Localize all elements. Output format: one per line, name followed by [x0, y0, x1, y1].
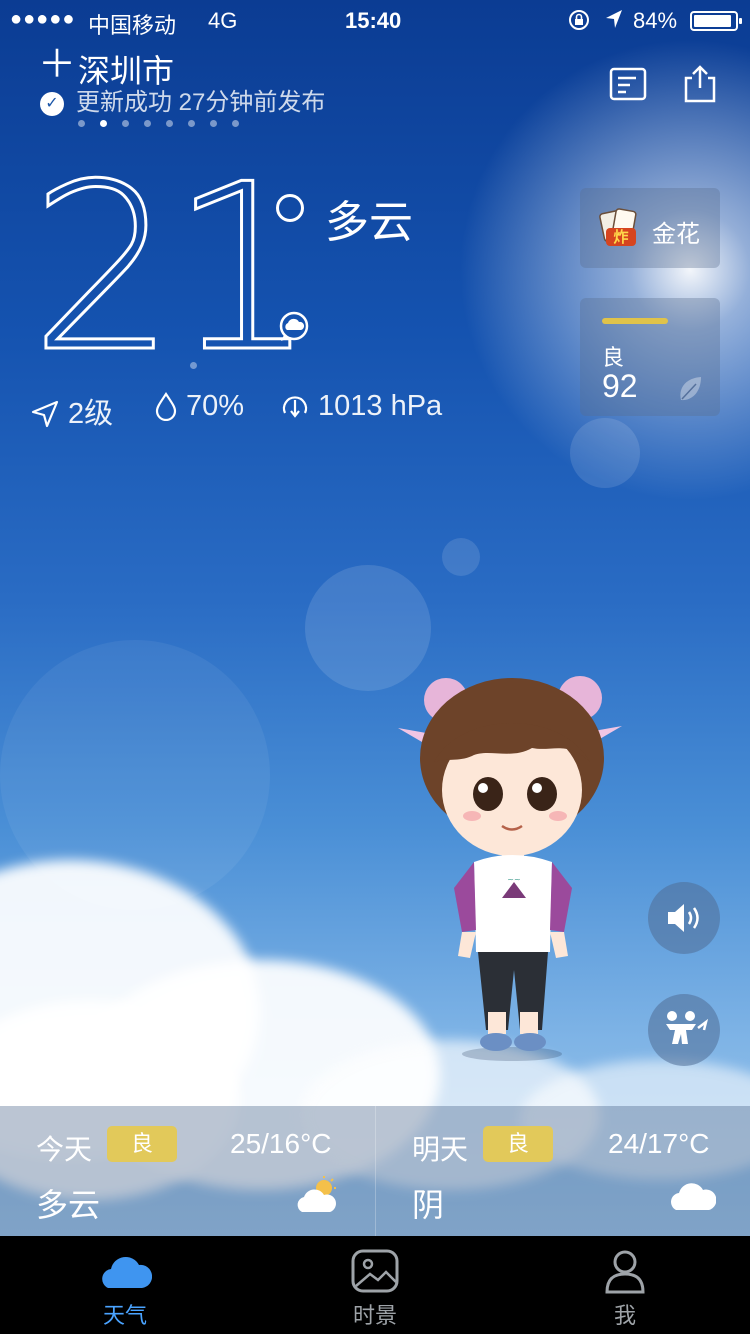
forecast-tomorrow[interactable]: 明天 良 24/17°C 阴 [375, 1106, 750, 1236]
pressure-value: 1013 hPa [318, 390, 443, 422]
wind-value: 2级 [68, 398, 114, 430]
playing-cards-icon: 炸 [598, 206, 642, 250]
forecast-panel: 今天 良 25/16°C 多云 明天 良 24/17°C 阴 [0, 1106, 750, 1236]
partly-cloudy-icon [292, 1176, 340, 1221]
carrier-name: 中国移动 [88, 13, 177, 38]
page-dot [232, 120, 239, 127]
dot-decoration [190, 362, 197, 369]
update-status: ✓ 更新成功 27分钟前发布 [40, 82, 325, 117]
leaf-icon [676, 374, 704, 409]
dance-icon [666, 1011, 709, 1044]
header: ＋ 深圳市 ✓ 更新成功 27分钟前发布 [0, 44, 750, 127]
news-list-icon[interactable] [608, 64, 648, 104]
current-temperature: 21 [29, 153, 319, 386]
svg-text:~~: ~~ [507, 875, 520, 884]
water-drop-icon [155, 392, 177, 422]
page-dot [210, 120, 217, 127]
tab-me[interactable]: 我 [500, 1236, 750, 1334]
page-dot [122, 120, 129, 127]
signal-indicator: ●●●●● [10, 8, 76, 30]
tab-label: 我 [613, 1303, 636, 1328]
bokeh-circle [570, 418, 640, 488]
location-arrow-icon [604, 8, 624, 36]
temperature-range: 25/16°C [230, 1128, 332, 1159]
svg-text:炸: 炸 [613, 228, 628, 246]
rotation-lock-icon [568, 9, 590, 37]
cloud-icon [668, 1176, 717, 1221]
tab-label: 天气 [102, 1303, 147, 1328]
temperature-range: 24/17°C [608, 1128, 710, 1159]
ad-card[interactable]: 炸 金花 [580, 188, 720, 268]
share-icon[interactable] [680, 64, 720, 104]
forecast-today[interactable]: 今天 良 25/16°C 多云 [0, 1106, 375, 1236]
humidity-value: 70% [186, 390, 245, 422]
aqi-card[interactable]: 良 92 [580, 298, 720, 416]
speaker-icon [668, 904, 699, 932]
page-dot [166, 120, 173, 127]
humidity: 70% [154, 390, 244, 423]
add-city-button[interactable]: ＋ [38, 46, 76, 84]
network-type: 4G [208, 8, 238, 33]
page-dot [188, 120, 195, 127]
aqi-indicator-bar [602, 318, 668, 324]
forecast-day: 明天 [412, 1134, 469, 1165]
temperature-value: 21 [29, 136, 319, 403]
tab-scenery[interactable]: 时景 [250, 1236, 500, 1334]
tab-bar: 天气 时景 我 [0, 1236, 750, 1334]
battery-icon [690, 11, 742, 31]
page-dot [144, 120, 151, 127]
page-indicator [78, 114, 254, 132]
pressure-icon [282, 396, 308, 418]
aqi-value: 92 [602, 368, 638, 404]
dance-button[interactable] [648, 994, 720, 1066]
tab-weather[interactable]: 天气 [0, 1236, 250, 1334]
forecast-condition: 多云 [36, 1187, 101, 1223]
bokeh-circle [442, 538, 480, 576]
update-status-text: 更新成功 27分钟前发布 [76, 89, 326, 116]
forecast-day: 今天 [36, 1134, 93, 1165]
battery-percent: 84% [633, 8, 678, 33]
speaker-button[interactable] [648, 882, 720, 954]
tab-label: 时景 [352, 1303, 397, 1328]
status-time: 15:40 [345, 8, 402, 33]
pressure: 1013 hPa [280, 390, 442, 423]
wind-direction-icon [31, 400, 59, 428]
forecast-condition: 阴 [412, 1187, 445, 1223]
aqi-badge: 良 [107, 1126, 177, 1162]
status-bar: ●●●●● 中国移动 4G 15:40 84% [0, 0, 750, 40]
photo-icon [351, 1249, 399, 1293]
weather-app: ●●●●● 中国移动 4G 15:40 84% ＋ 深圳市 ✓ 更新成功 27分钟… [0, 0, 750, 1334]
page-dot [78, 120, 85, 127]
cloud-icon [102, 1256, 152, 1288]
wind-level: 2级 [30, 390, 113, 432]
page-dot-active [100, 120, 107, 127]
person-icon [605, 1250, 645, 1294]
check-icon: ✓ [40, 92, 64, 116]
degree-symbol [276, 194, 304, 222]
ad-label: 金花 [652, 221, 700, 248]
aqi-badge: 良 [483, 1126, 553, 1162]
current-condition: 多云 [325, 198, 413, 247]
chat-bubble-icon[interactable] [278, 311, 310, 348]
avatar-character[interactable]: ~~ [392, 670, 632, 1070]
